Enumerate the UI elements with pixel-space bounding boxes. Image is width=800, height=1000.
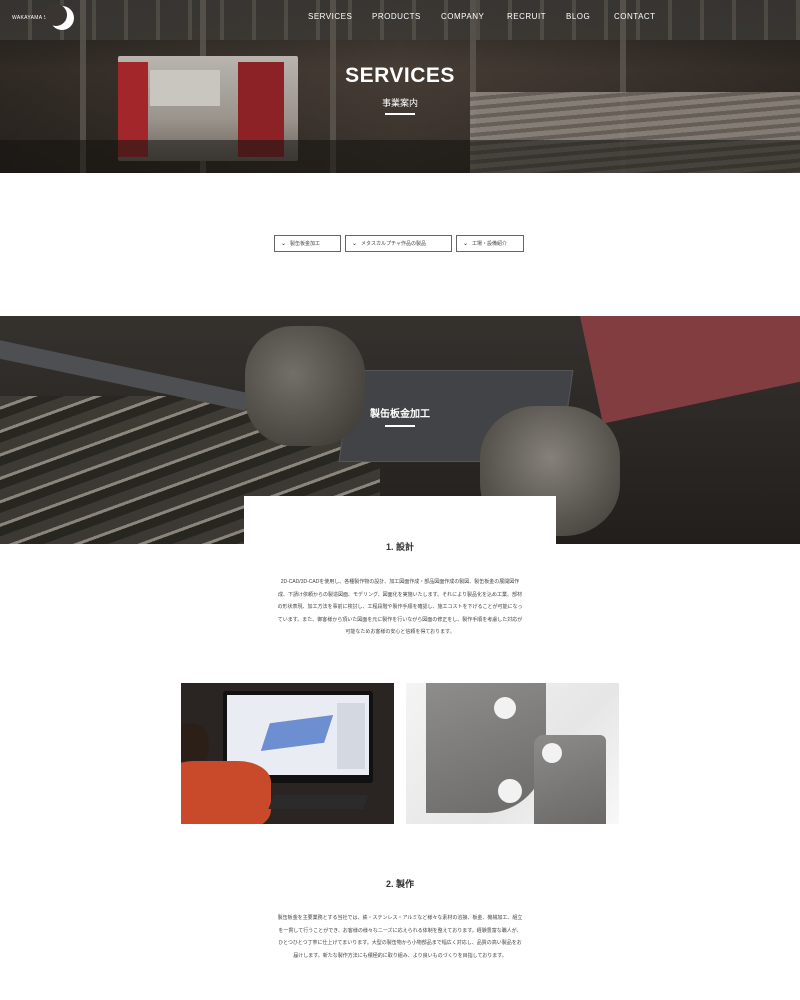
page-subtitle: 事業案内 (381, 98, 418, 108)
title-underline (385, 113, 415, 115)
nav-services[interactable]: SERVICES (308, 12, 372, 21)
section-anchor-nav: ⌄ 製缶板金加工 ⌄ メタスカルプチャ作品の製品 ⌄ 工場・設備紹介 (274, 235, 528, 252)
photo-part-hole (494, 697, 516, 719)
anchor-button-fabrication[interactable]: ⌄ 製缶板金加工 (274, 235, 341, 252)
step-title-design: 1. 設計 (385, 542, 414, 552)
nav-contact[interactable]: CONTACT (614, 12, 656, 21)
hero-banner: WAKAYAMA SEN SERVICES PRODUCTS COMPANY R… (0, 0, 800, 173)
photo-cad-workstation (181, 683, 394, 824)
step-body-manufacturing: 製缶板金を主要業務とする当社では、鉄・ステンレス・アルミなど様々な素材の溶接、板… (277, 915, 523, 959)
photo-part-small (534, 735, 606, 824)
anchor-label: 製缶板金加工 (290, 241, 321, 247)
anchor-button-factory[interactable]: ⌄ 工場・設備紹介 (456, 235, 524, 252)
anchor-label: メタスカルプチャ作品の製品 (361, 241, 426, 247)
chevron-down-icon: ⌄ (281, 241, 287, 247)
photo-person-body (181, 761, 271, 824)
chevron-down-icon: ⌄ (352, 241, 358, 247)
nav-blog[interactable]: BLOG (566, 12, 614, 21)
step-body-design: 2D-CAD/3D-CADを使用し、各種製作物の設計、加工図面作成・部品図面作成… (277, 579, 523, 635)
photo-cad-panel (337, 703, 365, 769)
photo-keyboard (268, 795, 369, 809)
chevron-down-icon: ⌄ (463, 241, 469, 247)
nav-products[interactable]: PRODUCTS (372, 12, 441, 21)
nav-company[interactable]: COMPANY (441, 12, 507, 21)
section-title-underline (385, 425, 415, 427)
photo-part-hole (542, 743, 562, 763)
moon-logo-cut (45, 4, 67, 26)
site-logo[interactable]: WAKAYAMA SEN (12, 4, 74, 30)
section-title: 製缶板金加工 (370, 409, 430, 420)
page-title: SERVICES (345, 64, 455, 87)
photo-part-large (426, 683, 546, 813)
nav-recruit[interactable]: RECRUIT (507, 12, 566, 21)
step-title-manufacturing: 2. 製作 (385, 879, 414, 889)
photo-part-hole (498, 779, 522, 803)
hero-photo-floor (0, 140, 800, 173)
photo-cad-model (260, 714, 334, 752)
main-nav: SERVICES PRODUCTS COMPANY RECRUIT BLOG C… (308, 12, 656, 21)
anchor-label: 工場・設備紹介 (472, 241, 508, 247)
anchor-button-sculpture[interactable]: ⌄ メタスカルプチャ作品の製品 (345, 235, 452, 252)
photo-metal-parts (406, 683, 619, 824)
